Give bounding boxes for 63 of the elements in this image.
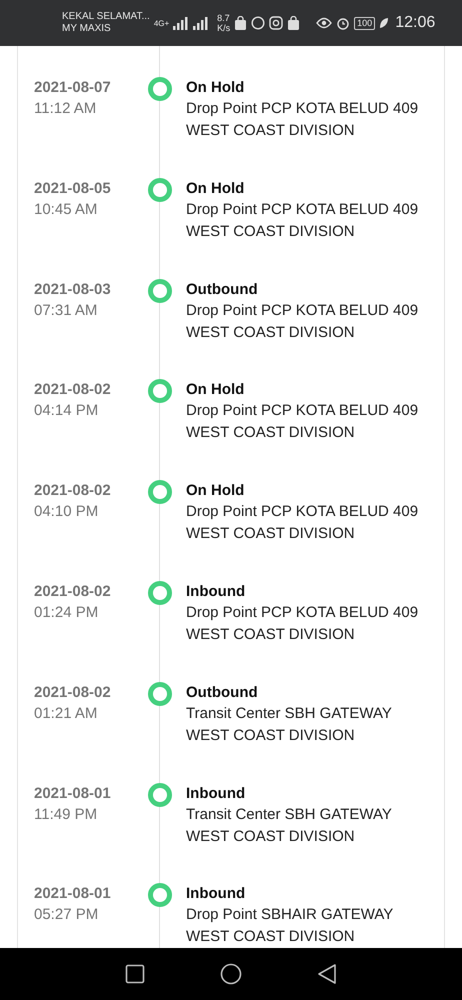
timeline-dot — [148, 580, 172, 605]
event-time: 04:14 PM — [34, 402, 100, 420]
event-location: Transit Center SBH GATEWAY WEST COAST DIVISION — [186, 804, 393, 847]
eye-icon — [316, 17, 332, 29]
signal-icon — [193, 16, 210, 30]
event-time: 11:12 AM — [34, 100, 98, 117]
event-time: 07:31 AM — [34, 302, 98, 319]
event-date: 2021-08-01 — [34, 784, 112, 802]
leaf-icon — [379, 17, 390, 29]
carrier-name: KEKAL SELAMAT... — [62, 11, 150, 23]
event-time: 10:45 AM — [34, 200, 98, 218]
shopping-bag-icon — [234, 16, 248, 30]
timeline-dot — [148, 883, 172, 908]
carrier-name: MY MAXIS — [62, 23, 112, 35]
battery-level: 100 — [354, 16, 376, 30]
event-time: 05:27 PM — [34, 906, 100, 924]
event-status: On Hold — [186, 381, 246, 398]
event-status: Inbound — [186, 885, 246, 902]
event-location: Drop Point PCP KOTA BELUD 409 WEST COAST DIVISION — [186, 502, 420, 544]
recent-apps-button[interactable] — [125, 964, 145, 984]
event-status: On Hold — [186, 180, 246, 197]
event-date: 2021-08-05 — [34, 180, 112, 197]
event-date: 2021-08-01 — [34, 885, 112, 902]
event-location: Drop Point PCP KOTA BELUD 409 WEST COAST DIVISION — [186, 200, 420, 242]
home-button[interactable] — [220, 963, 242, 985]
signal-icon — [173, 16, 190, 30]
camera-icon — [269, 16, 284, 30]
event-location: Drop Point PCP KOTA BELUD 409 WEST COAST DIVISION — [186, 401, 420, 444]
timeline-dot — [148, 782, 172, 807]
event-date: 2021-08-03 — [34, 280, 112, 298]
speed-value: 8.7 — [217, 13, 230, 23]
timeline-dot — [148, 480, 172, 504]
event-status: Inbound — [186, 784, 246, 802]
timeline-dot — [148, 682, 172, 706]
back-button[interactable] — [317, 963, 337, 985]
event-time: 01:24 PM — [34, 604, 100, 621]
alarm-clock-icon — [336, 16, 350, 30]
shopping-bag-icon — [287, 16, 300, 30]
event-date: 2021-08-02 — [34, 381, 112, 398]
event-date: 2021-08-02 — [34, 684, 112, 701]
event-location: Drop Point SBHAIR GATEWAY WEST COAST DIVISION — [186, 905, 394, 948]
event-date: 2021-08-02 — [34, 482, 112, 500]
clock-time: 12:06 — [395, 14, 436, 32]
event-location: Drop Point PCP KOTA BELUD 409 WEST COAST DIVISION — [186, 602, 420, 645]
event-time: 01:21 AM — [34, 704, 98, 722]
event-date: 2021-08-07 — [34, 79, 112, 96]
event-date: 2021-08-02 — [34, 582, 112, 600]
timeline-dot — [148, 77, 172, 101]
event-location: Drop Point PCP KOTA BELUD 409 WEST COAST DIVISION — [186, 99, 420, 141]
event-status: On Hold — [186, 482, 246, 500]
event-status: Inbound — [186, 582, 246, 600]
event-location: Drop Point PCP KOTA BELUD 409 WEST COAST DIVISION — [186, 300, 420, 343]
event-status: On Hold — [186, 79, 246, 96]
timeline-dot — [148, 278, 172, 303]
event-status: Outbound — [186, 684, 259, 701]
event-location: Transit Center SBH GATEWAY WEST COAST DIVISION — [186, 704, 393, 746]
event-status: Outbound — [186, 280, 259, 298]
network-type: 4G+ — [154, 18, 170, 28]
speed-unit: K/s — [217, 23, 230, 33]
timeline-dot — [148, 379, 172, 404]
event-time: 11:49 PM — [34, 806, 98, 823]
event-time: 04:10 PM — [34, 503, 100, 520]
timeline-dot — [148, 178, 172, 202]
